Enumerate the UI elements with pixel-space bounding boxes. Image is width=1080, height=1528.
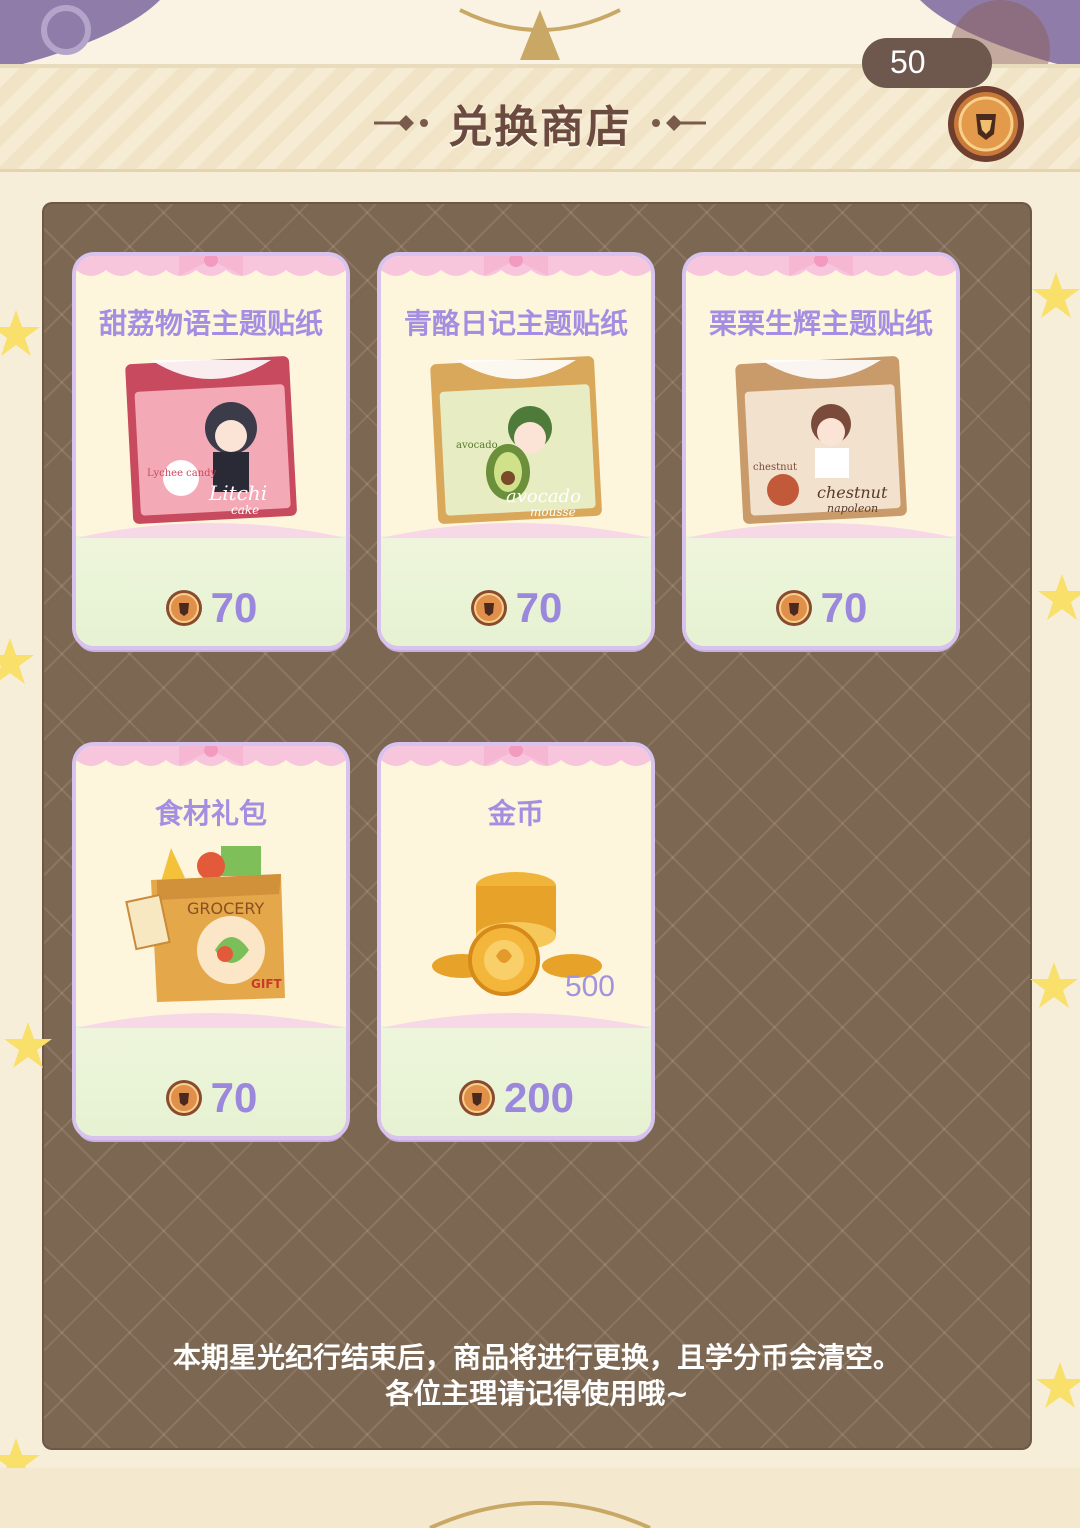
item-price: 70 (820, 584, 868, 631)
sticker-text: mousse (530, 505, 576, 519)
price-row: 70 (76, 584, 346, 632)
item-price: 70 (515, 584, 563, 631)
title-group: 兑换商店 (370, 94, 710, 153)
bag-label: GROCERY (187, 899, 264, 918)
item-quantity: 500 (564, 970, 615, 1003)
item-name: 青酪日记主题贴纸 (403, 307, 628, 340)
medal-coin-icon (165, 1080, 202, 1116)
star-icon (1036, 1362, 1080, 1408)
item-name: 食材礼包 (154, 797, 267, 830)
bow-icon (179, 746, 243, 766)
litchi-cake-sticker-icon: Lychee candy Litchi cake (125, 356, 297, 524)
item-price: 200 (503, 1074, 575, 1121)
price-row: 70 (686, 584, 956, 632)
price-row: 200 (381, 1074, 651, 1122)
gift-label: GIFT (251, 977, 283, 991)
notice-line-1: 本期星光纪行结束后，商品将进行更换，且学分币会清空。 (172, 1341, 901, 1374)
medal-coin-icon (458, 1080, 495, 1116)
bow-icon (789, 256, 853, 276)
page-title: 兑换商店 (448, 102, 632, 153)
sticker-text: cake (231, 503, 259, 517)
price-row: 70 (381, 584, 651, 632)
shop-item-card[interactable]: 青酪日记主题贴纸 avocado avocado mousse 70 (381, 256, 651, 646)
shop-item-card[interactable]: 金币 500 200 (381, 746, 651, 1136)
star-icon (1032, 272, 1080, 318)
medal-coin-icon (470, 590, 507, 626)
sticker-text: Lychee candy (147, 468, 217, 479)
shop-item-card[interactable]: 食材礼包 GROCERY GIFT 70 (76, 746, 346, 1136)
star-icon (0, 638, 34, 684)
sticker-text: Litchi (208, 481, 267, 505)
sticker-text: chestnut (753, 462, 797, 473)
item-name: 金币 (487, 797, 544, 830)
star-icon (1030, 962, 1078, 1008)
medal-coin-icon[interactable] (946, 84, 1026, 164)
bow-icon (179, 256, 243, 276)
currency-amount: 50 (890, 44, 926, 80)
notice-line-2: 各位主理请记得使用哦~ (385, 1377, 689, 1410)
bow-icon (484, 256, 548, 276)
item-price: 70 (210, 584, 258, 631)
sticker-text: napoleon (827, 502, 878, 515)
medal-coin-icon (165, 590, 202, 626)
avocado-mousse-sticker-icon: avocado avocado mousse (430, 356, 602, 524)
sticker-text: avocado (456, 440, 498, 451)
bow-icon (484, 746, 548, 766)
shop-item-card[interactable]: 甜荔物语主题贴纸 Lychee candy Litchi cake 70 (76, 256, 346, 646)
item-name: 栗栗生辉主题贴纸 (708, 307, 933, 340)
sticker-text: avocado (506, 486, 581, 507)
bottom-ornament (0, 1468, 1080, 1528)
shop-item-card[interactable]: 栗栗生辉主题贴纸 chestnut chestnut napoleon 70 (686, 256, 956, 646)
chestnut-napoleon-sticker-icon: chestnut chestnut napoleon (735, 356, 907, 524)
star-icon (1038, 574, 1080, 620)
star-icon (0, 310, 40, 356)
medal-coin-icon (775, 590, 812, 626)
price-row: 70 (76, 1074, 346, 1122)
left-flourish-icon (374, 115, 428, 131)
star-icon (4, 1022, 52, 1068)
reset-notice: 本期星光纪行结束后，商品将进行更换，且学分币会清空。 各位主理请记得使用哦~ (42, 1340, 1032, 1412)
item-name: 甜荔物语主题贴纸 (98, 307, 323, 340)
sticker-text: chestnut (817, 483, 888, 502)
currency-counter[interactable]: 50 (862, 38, 992, 88)
grocery-bag-icon: GROCERY GIFT (125, 846, 285, 1002)
item-price: 70 (210, 1074, 258, 1121)
right-flourish-icon (652, 115, 706, 131)
